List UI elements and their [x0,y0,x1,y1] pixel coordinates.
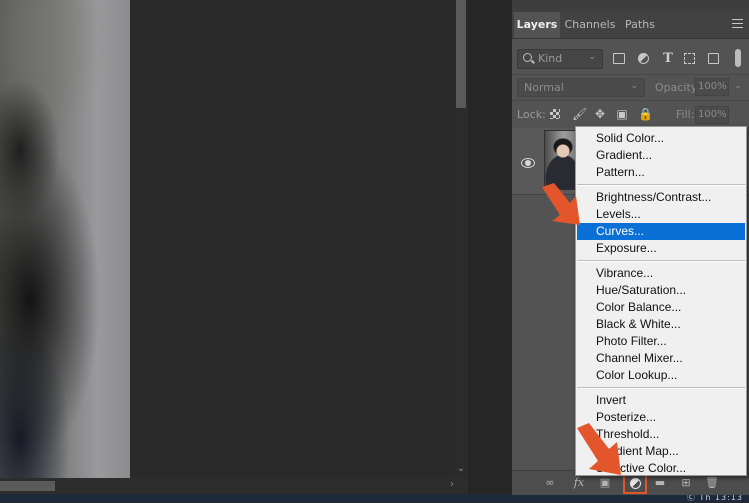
trash-icon[interactable]: 🗑 [705,476,719,490]
chevron-down-icon: ⌄ [630,81,638,91]
menu-separator [577,260,745,262]
smart-object-filter-icon[interactable] [708,53,719,64]
lock-all-icon[interactable]: 🔒 [638,108,653,120]
filter-row: Kind ⌄ T [512,40,749,75]
kind-filter-select[interactable]: Kind ⌄ [517,49,603,69]
menu-item-vibrance[interactable]: Vibrance... [577,265,745,282]
lock-transparent-pixels-icon[interactable] [550,109,560,119]
document-photo[interactable] [0,0,130,478]
panel-dock-gap [468,0,512,494]
horizontal-scroll-thumb[interactable] [0,481,55,491]
tab-paths[interactable]: Paths [620,12,660,38]
horizontal-scrollbar[interactable]: › [0,478,468,494]
blend-row: Normal ⌄ Opacity: 100% ⌄ [512,74,749,101]
fill-field[interactable]: 100% [695,106,729,124]
menu-separator [577,387,745,389]
scroll-right-arrow-icon[interactable]: › [450,479,454,490]
filter-toggle-icon[interactable] [735,49,741,67]
scroll-down-arrow-icon[interactable]: ⌄ [454,463,468,474]
tab-channels[interactable]: Channels [562,12,618,38]
menu-item-color-balance[interactable]: Color Balance... [577,299,745,316]
menu-item-color-lookup[interactable]: Color Lookup... [577,367,745,384]
adjustment-layer-icon[interactable] [623,474,647,494]
blend-mode-value: Normal [524,81,564,94]
new-layer-icon[interactable]: ⊞ [679,476,693,490]
link-icon[interactable]: ∞ [543,476,557,490]
blend-mode-select[interactable]: Normal ⌄ [517,78,645,97]
opacity-field[interactable]: 100% [695,78,729,96]
eye-visibility-icon[interactable] [521,158,535,168]
arrow-to-curves-icon [542,183,580,225]
kind-filter-label: Kind [538,52,563,65]
lock-artboard-icon[interactable]: ▣ [616,108,628,120]
menu-item-channel-mixer[interactable]: Channel Mixer... [577,350,745,367]
group-folder-icon[interactable]: ▬ [653,476,667,490]
vertical-scroll-thumb[interactable] [456,0,466,108]
menu-separator [577,184,745,186]
menu-item-solid-color[interactable]: Solid Color... [577,130,745,147]
lock-label: Lock: [517,108,546,121]
adjustment-filter-icon[interactable] [638,53,649,64]
arrow-to-adjustment-button-icon [577,423,621,475]
panel-menu-icon[interactable] [732,19,743,28]
tab-layers[interactable]: Layers [514,12,560,38]
fill-label: Fill: [676,108,695,121]
lock-row: Lock: 🖌 ✥ ▣ 🔒 Fill: 100% [512,100,749,129]
taskbar: Ⓒ Th 13:13 [0,493,749,502]
menu-item-invert[interactable]: Invert [577,392,745,409]
menu-item-levels[interactable]: Levels... [577,206,745,223]
canvas-area[interactable] [130,0,454,478]
menu-item-photo-filter[interactable]: Photo Filter... [577,333,745,350]
opacity-label: Opacity: [655,81,701,94]
search-icon [523,53,532,62]
menu-item-black-white[interactable]: Black & White... [577,316,745,333]
menu-item-gradient[interactable]: Gradient... [577,147,745,164]
shape-filter-icon[interactable] [684,53,695,64]
menu-item-brightness-contrast[interactable]: Brightness/Contrast... [577,189,745,206]
image-filter-icon[interactable] [613,53,625,64]
chevron-down-icon: ⌄ [588,52,596,62]
vertical-scrollbar[interactable]: ⌄ [454,0,468,478]
lock-position-move-icon[interactable]: ✥ [594,108,606,120]
menu-item-pattern[interactable]: Pattern... [577,164,745,181]
menu-item-exposure[interactable]: Exposure... [577,240,745,257]
lock-image-pixels-brush-icon[interactable]: 🖌 [572,108,587,120]
panel-tabbar: Layers Channels Paths [512,12,749,39]
type-filter-icon[interactable]: T [661,52,675,66]
menu-item-curves[interactable]: Curves... [577,223,745,240]
menu-item-hue-saturation[interactable]: Hue/Saturation... [577,282,745,299]
panel-header-strip [512,0,749,12]
opacity-chevron-icon[interactable]: ⌄ [734,81,742,91]
